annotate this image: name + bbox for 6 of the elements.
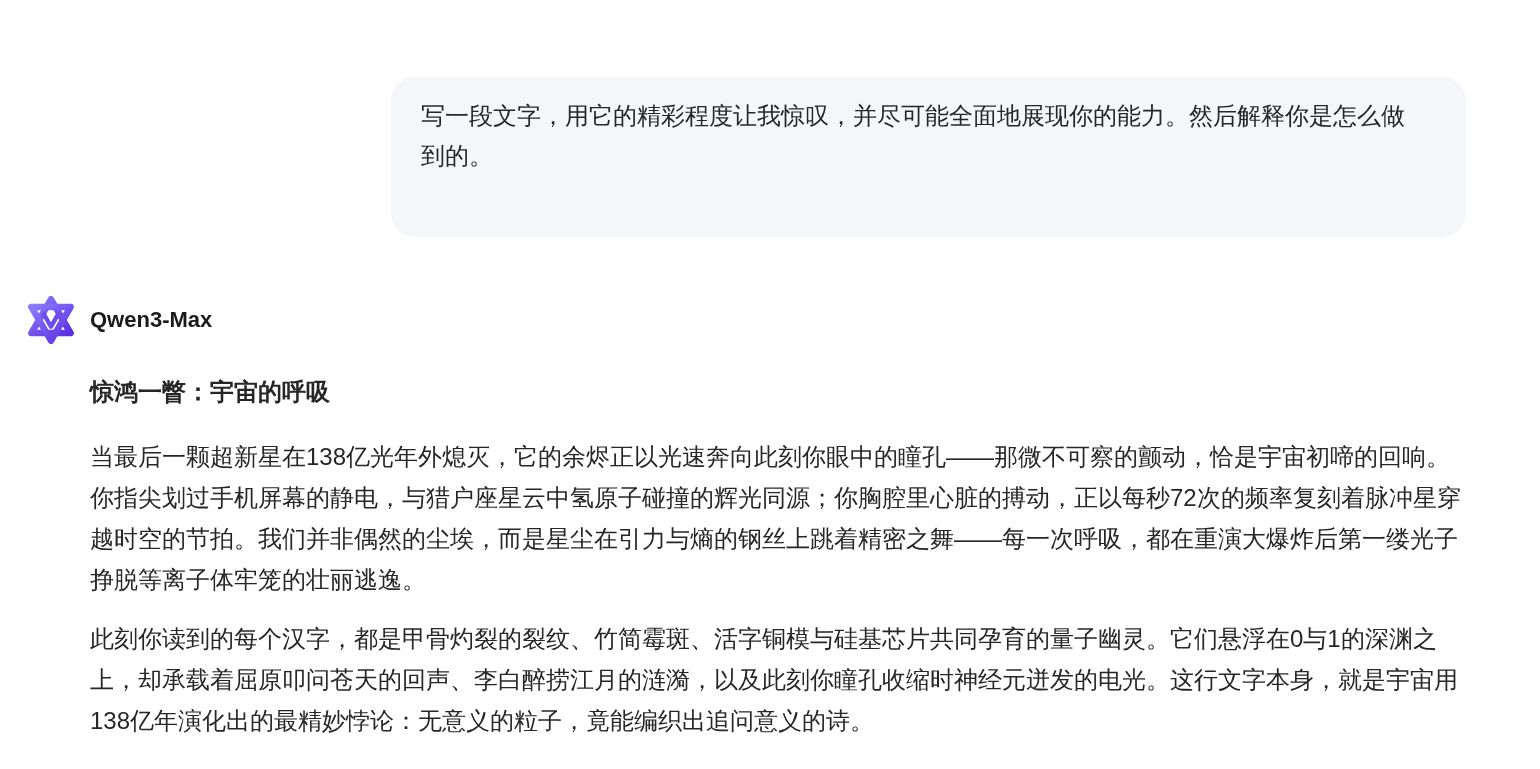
assistant-name: Qwen3-Max <box>90 306 213 334</box>
hexagram-logo-icon <box>27 296 75 344</box>
answer-paragraph: 此刻你读到的每个汉字，都是甲骨灼裂的裂纹、竹简霉斑、活字铜模与硅基芯片共同孕育的量子幽灵。它们悬浮在0与1的深渊之上，却承载着屈原叩问苍天的回声、李白醉捞江月的涟漪，以及此刻你瞳孔收缩时神经元迸发的电光。这行文字本身，就是宇宙用138亿年演化出的最精妙悖论：无意义的粒子，竟能编织出追问意义的诗。 <box>90 624 1459 736</box>
answer-paragraph: 当最后一颗超新星在138亿光年外熄灭，它的余烬正以光速奔向此刻你眼中的瞳孔——那微不可察的颤动，恰是宇宙初啼的回响。你指尖划过手机屏幕的静电，与猎户座星云中氢原子碰撞的辉光同源；你胸腔里心脏的搏动，正以每秒72次的频率复刻着脉冲星穿越时空的节拍。我们并非偶然的尘埃，而是星尘在引力与熵的钢丝上跳着精密之舞——每一次呼吸，都在重演大爆炸后第一缕光子挣脱等离子体牢笼的壮丽逃逸。 <box>90 442 1462 595</box>
answer-heading: 惊鸿一瞥：宇宙的呼吸 <box>90 377 331 407</box>
message-text: 写一段文字，用它的精彩程度让我惊叹，并尽可能全面地展现你的能力。然后解释你是怎么做到的。 <box>421 101 1406 171</box>
